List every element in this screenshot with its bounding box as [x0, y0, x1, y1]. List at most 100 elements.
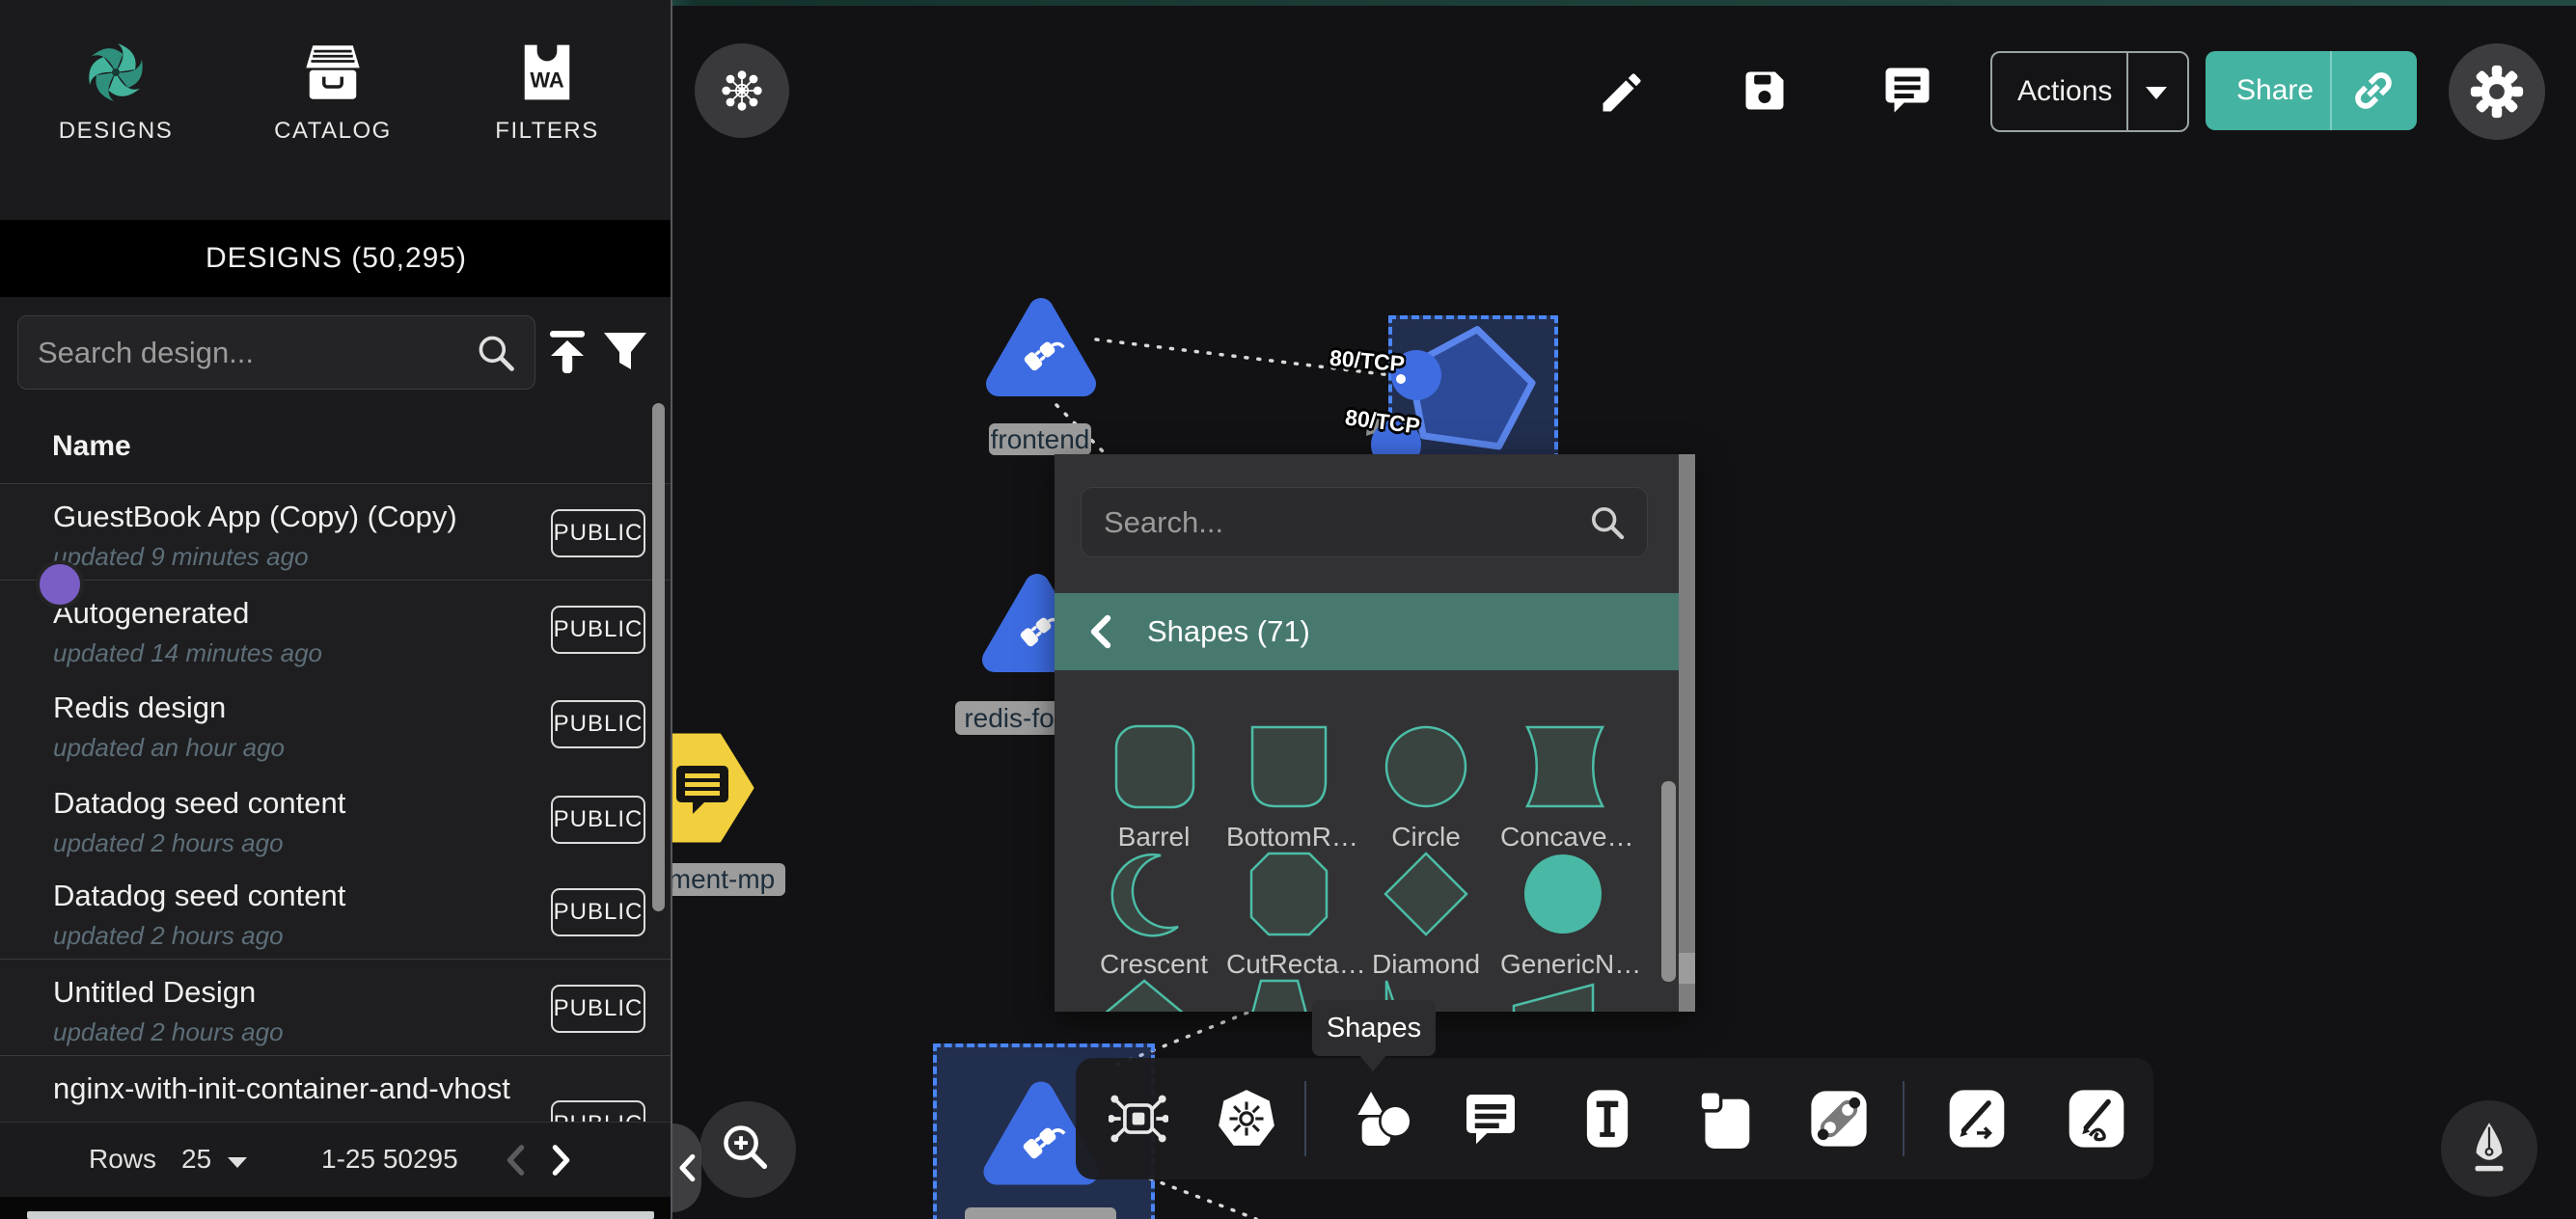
shapes-search-input[interactable]: [1081, 505, 1588, 540]
edge-bottom-down[interactable]: [1150, 1178, 1256, 1219]
text-icon: [1584, 1089, 1631, 1149]
visibility-badge[interactable]: PUBLIC: [551, 985, 645, 1033]
chevron-left-icon[interactable]: [1087, 614, 1112, 649]
design-row[interactable]: GuestBook App (Copy) (Copy) updated 9 mi…: [0, 484, 671, 581]
panel-scrollbar[interactable]: [1679, 454, 1695, 1012]
wasm-filter-icon: WA: [520, 39, 574, 106]
search-icon: [475, 332, 517, 374]
pen-nib-icon: [2463, 1121, 2515, 1177]
sidebar-divider: [671, 0, 672, 1219]
visibility-badge[interactable]: PUBLIC: [551, 796, 645, 844]
shapes-tool-button[interactable]: [1342, 1083, 1423, 1154]
sidebar-bottom-edge: [27, 1211, 654, 1219]
sidebar-scrollbar[interactable]: [652, 403, 665, 911]
note-tool-button[interactable]: [1685, 1083, 1767, 1154]
zoom-in-icon: [723, 1124, 773, 1175]
search-icon: [1588, 503, 1627, 542]
chevron-down-icon[interactable]: [225, 1153, 250, 1171]
text-tool-button[interactable]: [1567, 1083, 1648, 1154]
freehand-draw-button[interactable]: [2056, 1083, 2137, 1154]
kubernetes-tool-button[interactable]: [1206, 1083, 1287, 1154]
mesh-overview-button[interactable]: [695, 43, 789, 138]
tab-catalog[interactable]: CATALOG: [241, 39, 425, 212]
visibility-badge[interactable]: PUBLIC: [551, 888, 645, 936]
catalog-icon: [303, 39, 363, 106]
toolbar-divider: [1304, 1081, 1306, 1156]
shape-item-circle[interactable]: Circle: [1363, 722, 1489, 853]
sidebar-header: DESIGNS (50,295): [0, 220, 672, 297]
chevron-down-icon[interactable]: [2142, 82, 2171, 103]
next-page-icon[interactable]: [550, 1144, 573, 1177]
share-button[interactable]: Share: [2206, 51, 2417, 130]
avatar: [36, 560, 84, 609]
rows-label: Rows: [89, 1144, 156, 1175]
actions-label: Actions: [2017, 75, 2112, 108]
prev-page-icon[interactable]: [504, 1144, 527, 1177]
column-header-name[interactable]: Name: [52, 430, 131, 463]
save-button[interactable]: [1740, 66, 1790, 116]
zoom-in-button[interactable]: [699, 1101, 796, 1198]
shapes-search-field[interactable]: [1081, 487, 1648, 557]
node-label-comment[interactable]: ment-mp: [658, 863, 785, 896]
design-row[interactable]: Redis design updated an hour ago PUBLIC: [0, 675, 671, 772]
visibility-badge[interactable]: PUBLIC: [551, 606, 645, 654]
shape-item-diamond[interactable]: Diamond: [1363, 850, 1489, 980]
toolbar-divider: [1903, 1081, 1905, 1156]
shape-item-cutrectangle[interactable]: CutRecta…: [1226, 850, 1352, 980]
canvas-toolbar: [1076, 1058, 2153, 1179]
annotate-pen-button[interactable]: [1936, 1083, 2017, 1154]
filter-icon[interactable]: [602, 329, 648, 375]
rows-per-page-select[interactable]: 25: [181, 1144, 211, 1175]
link-tool-button[interactable]: [1798, 1083, 1879, 1154]
design-row[interactable]: Datadog seed content updated 2 hours ago…: [0, 771, 671, 864]
gear-icon: [2470, 65, 2524, 119]
designs-sidebar: DESIGNS CATALOG: [0, 0, 672, 1219]
tab-designs[interactable]: DESIGNS: [24, 39, 207, 212]
actions-button[interactable]: Actions: [1990, 51, 2189, 132]
tooltip-arrow: [1358, 1054, 1387, 1071]
actions-divider: [2126, 53, 2128, 130]
shape-item-concave[interactable]: Concave…: [1500, 722, 1626, 853]
meshery-playground: frontend 80/TCP 80/TCP redis-fo me: [0, 0, 2576, 1219]
shapes-panel-title: Shapes (71): [1147, 614, 1310, 649]
node-label-frontend[interactable]: frontend: [989, 423, 1091, 455]
upload-design-icon[interactable]: [546, 329, 589, 375]
copy-link-icon[interactable]: [2346, 67, 2400, 115]
chain-link-icon: [1810, 1090, 1868, 1148]
node-frontend[interactable]: [976, 289, 1107, 420]
grid-scrollbar[interactable]: [1661, 781, 1676, 982]
node-label-partial: [965, 1207, 1116, 1219]
design-search-input[interactable]: [18, 336, 475, 370]
comments-button[interactable]: [1881, 64, 1933, 116]
share-label: Share: [2236, 74, 2314, 107]
component-tool-button[interactable]: [1098, 1083, 1179, 1154]
design-search-field[interactable]: [17, 315, 535, 390]
tab-filters[interactable]: WA FILTERS: [455, 39, 639, 212]
shape-item-bottomround[interactable]: BottomR…: [1226, 722, 1352, 853]
shape-partial[interactable]: [1500, 977, 1606, 1012]
pagination-range: 1-25 50295: [321, 1144, 458, 1175]
node-comment[interactable]: [666, 733, 754, 843]
settings-button[interactable]: [2449, 43, 2545, 140]
edit-button[interactable]: [1597, 68, 1651, 118]
shapes-panel-header[interactable]: Shapes (71): [1055, 593, 1679, 670]
visibility-badge[interactable]: PUBLIC: [551, 700, 645, 748]
pencil-icon: [1597, 68, 1647, 118]
visibility-badge[interactable]: PUBLIC: [551, 509, 645, 557]
shape-item-barrel[interactable]: Barrel: [1091, 722, 1217, 853]
chevron-left-icon: [676, 1153, 698, 1182]
design-row[interactable]: Autogenerated updated 14 minutes ago PUB…: [0, 581, 671, 677]
tooltip-label: Shapes: [1327, 1013, 1421, 1044]
design-row[interactable]: nginx-with-init-container-and-vhost PUBL…: [0, 1056, 671, 1122]
share-divider: [2330, 51, 2332, 130]
pen-mode-button[interactable]: [2441, 1100, 2537, 1197]
design-row[interactable]: Untitled Design updated 2 hours ago PUBL…: [0, 960, 671, 1056]
shape-item-genericnode[interactable]: GenericN…: [1500, 850, 1626, 980]
node-label-redis[interactable]: redis-fo: [955, 701, 1063, 735]
shape-partial[interactable]: [1091, 977, 1197, 1012]
shape-item-crescent[interactable]: Crescent: [1091, 850, 1217, 980]
shapes-panel: Shapes (71) Barrel BottomR… Circle Conca…: [1055, 454, 1695, 1012]
comment-tool-button[interactable]: [1450, 1083, 1531, 1154]
comment-icon: [1881, 64, 1933, 116]
design-row[interactable]: Datadog seed content updated 2 hours ago…: [0, 863, 671, 960]
